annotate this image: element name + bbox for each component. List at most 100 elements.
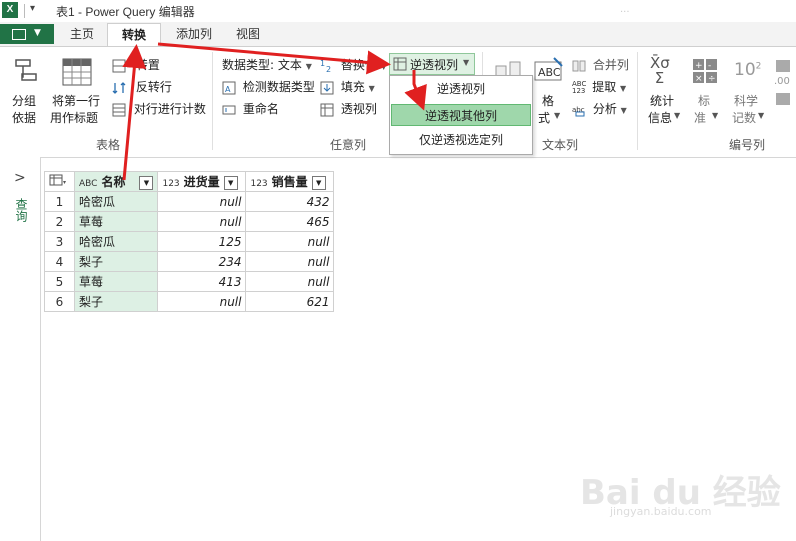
cell-sales[interactable]: null xyxy=(245,271,335,292)
format-button[interactable]: ABC 格 式 ▼ xyxy=(534,56,564,126)
cell-name[interactable]: 草莓 xyxy=(73,271,159,292)
row-number[interactable]: 2 xyxy=(44,211,75,232)
unpivot-icon xyxy=(393,57,407,71)
row-number[interactable]: 4 xyxy=(44,251,75,272)
file-menu-icon xyxy=(12,29,26,40)
transpose-button[interactable]: 转置 xyxy=(112,56,160,73)
queries-pane-label[interactable]: 查询 xyxy=(13,198,30,222)
replace-values-icon: 12 xyxy=(320,59,331,74)
cell-name[interactable]: 哈密瓜 xyxy=(73,191,159,212)
title-bar-faded-text: ... xyxy=(620,4,630,15)
table-row: 5 草莓 413 null xyxy=(44,271,335,292)
cell-sales[interactable]: 621 xyxy=(245,291,335,312)
replace-values-button[interactable]: 12 替换值 ▼ xyxy=(320,56,387,74)
cell-purchase[interactable]: 234 xyxy=(157,251,247,272)
count-rows-button[interactable]: 对行进行计数 xyxy=(112,100,206,117)
extract-button[interactable]: ABC 123 提取 ▼ xyxy=(572,78,626,95)
standard-button[interactable]: + - × ÷ 标 准 ▼ xyxy=(690,56,722,126)
group-label-number-column: 编号列 xyxy=(728,138,765,152)
chevron-down-icon: ▼ xyxy=(620,84,627,93)
menu-item-unpivot-other-columns[interactable]: 逆透视其他列 xyxy=(391,104,531,126)
group-by-button[interactable]: 分组 依据 xyxy=(8,58,44,128)
chevron-down-icon[interactable]: ▼ xyxy=(463,58,469,67)
standard-label-2: 准 xyxy=(694,111,707,125)
cell-name[interactable]: 梨子 xyxy=(73,251,159,272)
cell-sales[interactable]: 465 xyxy=(245,211,335,232)
svg-text:×: × xyxy=(695,74,703,84)
column-header-name[interactable]: ABC 名称 ▼ xyxy=(73,171,159,192)
replace-values-label: 替换值 xyxy=(340,58,377,72)
expand-queries-chevron-icon[interactable]: > xyxy=(14,170,26,186)
cell-sales[interactable]: null xyxy=(245,251,335,272)
unpivot-columns-button[interactable]: 逆透视列 ▼ xyxy=(389,53,475,75)
column-filter-dropdown[interactable]: ▼ xyxy=(223,175,238,190)
reverse-rows-button[interactable]: 反转行 xyxy=(112,78,172,95)
scientific-label-2: 记数 xyxy=(732,111,757,125)
data-type-dropdown[interactable]: 数据类型: 文本 ▼ xyxy=(222,56,312,73)
menu-item-unpivot-selected-columns[interactable]: 仅逆透视选定列 xyxy=(391,129,531,151)
svg-text:A: A xyxy=(225,85,231,94)
format-label-2: 式 xyxy=(538,111,551,125)
group-separator xyxy=(212,52,213,150)
number-type-icon[interactable]: 123 xyxy=(250,179,267,189)
column-filter-dropdown[interactable]: ▼ xyxy=(311,175,326,190)
cell-purchase[interactable]: null xyxy=(157,191,247,212)
cell-purchase[interactable]: null xyxy=(157,211,247,232)
detect-data-type-button[interactable]: A 检测数据类型 xyxy=(222,78,315,95)
cell-name[interactable]: 梨子 xyxy=(73,291,159,312)
cell-sales[interactable]: null xyxy=(245,231,335,252)
fill-button[interactable]: 填充 ▼ xyxy=(320,78,375,95)
baidu-watermark-url: jingyan.baidu.com xyxy=(610,505,712,518)
row-number[interactable]: 5 xyxy=(44,271,75,292)
column-filter-dropdown[interactable]: ▼ xyxy=(139,175,154,190)
row-number[interactable]: 3 xyxy=(44,231,75,252)
quick-access-dropdown[interactable]: ▾ xyxy=(30,3,35,14)
cell-purchase[interactable]: 413 xyxy=(157,271,247,292)
cell-sales[interactable]: 432 xyxy=(245,191,335,212)
information-icon xyxy=(776,93,790,105)
rename-button[interactable]: 重命名 xyxy=(222,100,279,117)
select-all-corner[interactable]: ▾ xyxy=(44,171,75,192)
pivot-icon xyxy=(320,103,334,116)
statistics-button[interactable]: X̄σ Σ 统计 信息 ▼ xyxy=(644,56,684,126)
table-row: 3 哈密瓜 125 null xyxy=(44,231,335,252)
menu-item-unpivot-columns[interactable]: 逆透视列 xyxy=(391,78,531,100)
reverse-rows-label: 反转行 xyxy=(135,80,172,94)
statistics-label-1: 统计 xyxy=(650,94,675,108)
cell-name[interactable]: 草莓 xyxy=(73,211,159,232)
file-menu-button[interactable]: ▼ xyxy=(0,24,54,44)
cell-purchase[interactable]: 125 xyxy=(157,231,247,252)
tab-home[interactable]: 主页 xyxy=(62,24,102,45)
svg-text:÷: ÷ xyxy=(708,74,716,84)
pivot-column-button[interactable]: 透视列 xyxy=(320,100,377,117)
scientific-label-1: 科学 xyxy=(734,94,759,108)
svg-text:1: 1 xyxy=(320,59,325,68)
statistics-icon: X̄σ Σ xyxy=(650,54,670,87)
transpose-label: 转置 xyxy=(135,58,160,72)
svg-text:abc: abc xyxy=(572,106,585,114)
chevron-down-icon: ▼ xyxy=(758,111,765,120)
chevron-down-icon: ▼ xyxy=(34,28,41,38)
tab-view[interactable]: 视图 xyxy=(228,24,268,45)
parse-icon: abc xyxy=(572,106,585,116)
rounding-icon: .00 xyxy=(774,76,790,87)
data-grid: ▾ ABC 名称 ▼ 123 进货量 ▼ 123 销售量 ▼ 1 哈密瓜 null 432 2 草莓… xyxy=(44,171,335,312)
use-first-row-as-headers-button[interactable]: 将第一行 用作标题 xyxy=(48,58,108,128)
merge-columns-button[interactable]: 合并列 xyxy=(572,56,629,73)
row-number[interactable]: 1 xyxy=(44,191,75,212)
parse-button[interactable]: abc 分析 ▼ xyxy=(572,100,627,117)
column-header-sales[interactable]: 123 销售量 ▼ xyxy=(245,171,335,192)
tab-add-column[interactable]: 添加列 xyxy=(168,24,220,45)
statistics-label-2: 信息 xyxy=(648,111,673,125)
svg-text:-: - xyxy=(708,61,711,71)
scientific-button[interactable]: 102 科学 记数 ▼ xyxy=(728,56,768,126)
chevron-down-icon: ▼ xyxy=(712,111,719,120)
chevron-down-icon: ▼ xyxy=(305,62,312,71)
text-type-icon[interactable]: ABC xyxy=(79,179,97,189)
cell-purchase[interactable]: null xyxy=(157,291,247,312)
cell-name[interactable]: 哈密瓜 xyxy=(73,231,159,252)
tab-transform[interactable]: 转换 xyxy=(107,23,161,48)
number-type-icon[interactable]: 123 xyxy=(162,179,179,189)
row-number[interactable]: 6 xyxy=(44,291,75,312)
column-header-purchase[interactable]: 123 进货量 ▼ xyxy=(157,171,247,192)
